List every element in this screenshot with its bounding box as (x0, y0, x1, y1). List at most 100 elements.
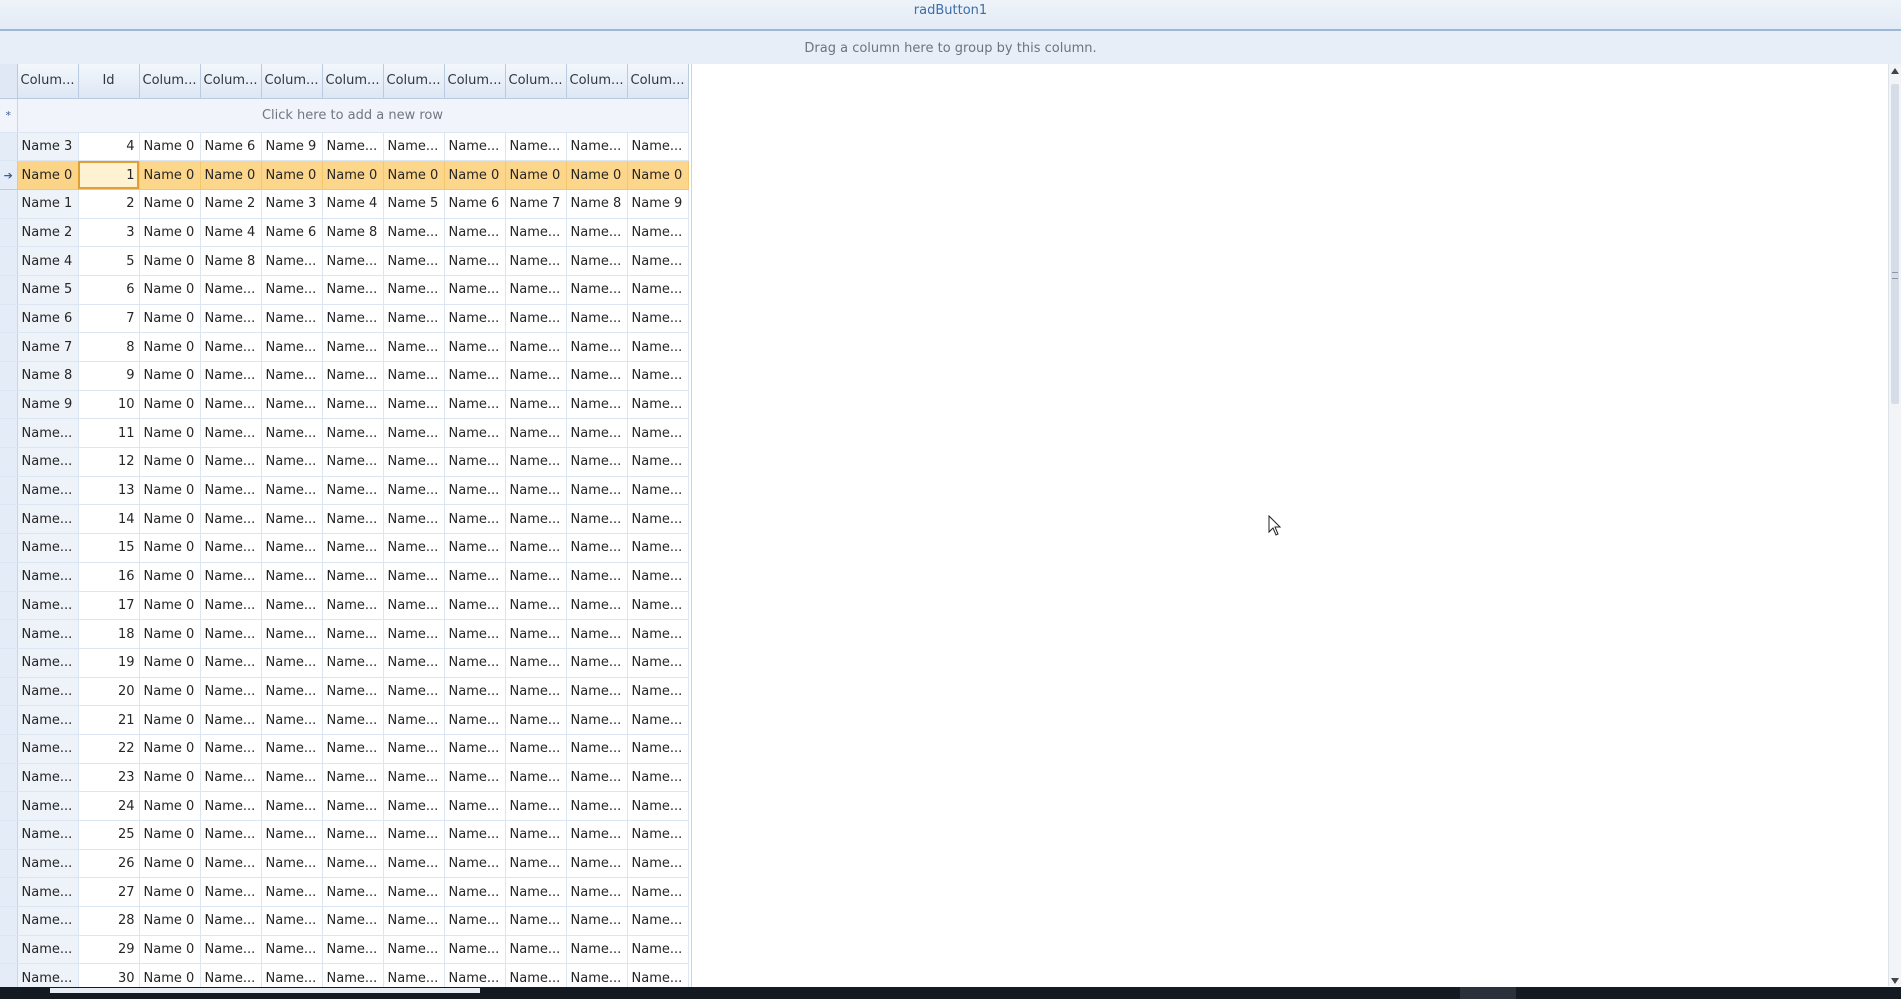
grid-cell[interactable]: Name 0 (322, 160, 384, 190)
grid-cell[interactable]: Name... (17, 935, 79, 965)
grid-cell[interactable]: Name... (383, 935, 445, 965)
grid-cell[interactable]: Name... (17, 734, 79, 764)
grid-cell[interactable]: Name... (566, 304, 628, 334)
grid-cell[interactable]: Name... (200, 476, 262, 506)
grid-cell[interactable]: Name... (261, 447, 323, 477)
grid-cell[interactable]: Name 4 (322, 189, 384, 219)
grid-cell[interactable]: Name... (200, 705, 262, 735)
grid-cell[interactable]: 29 (78, 935, 140, 965)
grid-cell[interactable]: 7 (78, 304, 140, 334)
grid-cell[interactable]: Name 0 (139, 246, 201, 276)
grid-cell[interactable]: Name 0 (139, 763, 201, 793)
grid-cell[interactable]: Name... (505, 849, 567, 879)
grid-cell[interactable]: Name... (17, 476, 79, 506)
row-indicator[interactable] (0, 648, 18, 678)
grid-cell[interactable]: Name... (261, 705, 323, 735)
row-indicator[interactable] (0, 619, 18, 649)
grid-cell[interactable]: Name... (200, 877, 262, 908)
table-row[interactable]: Name... 17 Name 0 Name... Name... Name... Name… (0, 591, 689, 621)
grid-cell[interactable]: Name... (261, 476, 323, 506)
grid-cell[interactable]: Name 0 (139, 304, 201, 334)
grid-cell[interactable]: Name... (383, 877, 445, 908)
grid-cell[interactable]: Name... (17, 619, 79, 649)
row-indicator[interactable] (0, 332, 18, 362)
grid-cell[interactable]: Name... (383, 763, 445, 793)
grid-cell[interactable]: Name... (505, 218, 567, 248)
grid-cell[interactable]: Name 0 (444, 160, 506, 190)
grid-cell[interactable]: Name 5 (383, 189, 445, 219)
add-new-row-prompt[interactable]: Click here to add a new row (17, 98, 689, 133)
grid-cell[interactable]: Name 0 (139, 734, 201, 764)
grid-cell[interactable]: Name... (200, 906, 262, 936)
grid-cell[interactable]: 11 (78, 418, 140, 449)
grid-cell[interactable]: Name... (383, 820, 445, 850)
grid-cell[interactable]: 24 (78, 791, 140, 821)
grid-cell[interactable]: Name... (505, 275, 567, 305)
table-row[interactable]: Name... 16 Name 0 Name... Name... Name... Name… (0, 562, 689, 592)
scroll-thumb[interactable] (1891, 84, 1899, 404)
grid-cell[interactable]: Name... (322, 390, 384, 420)
table-row[interactable]: Name... 27 Name 0 Name... Name... Name... Name… (0, 877, 689, 908)
grid-cell[interactable]: Name... (444, 734, 506, 764)
table-row[interactable]: Name... 18 Name 0 Name... Name... Name... Name… (0, 619, 689, 649)
grid-cell[interactable]: Name 6 (17, 304, 79, 334)
column-header[interactable]: Colum... (322, 64, 384, 99)
grid-cell[interactable]: Name... (627, 820, 689, 850)
group-by-panel[interactable]: Drag a column here to group by this colu… (0, 31, 1901, 64)
grid-cell[interactable]: Name... (322, 648, 384, 678)
grid-cell[interactable]: Name... (200, 935, 262, 965)
grid-cell[interactable]: Name... (383, 849, 445, 879)
grid-cell[interactable]: Name... (200, 533, 262, 563)
grid-cell[interactable]: Name... (200, 734, 262, 764)
grid-cell[interactable]: Name 8 (566, 189, 628, 219)
grid-cell[interactable]: Name... (627, 849, 689, 879)
row-indicator[interactable] (0, 562, 18, 592)
grid-cell[interactable]: Name 0 (505, 160, 567, 190)
grid-cell[interactable]: 28 (78, 906, 140, 936)
table-row[interactable]: Name... 20 Name 0 Name... Name... Name... Name… (0, 677, 689, 707)
grid-cell[interactable]: Name 8 (17, 361, 79, 391)
grid-cell[interactable]: Name... (322, 361, 384, 391)
grid-cell[interactable]: Name... (627, 246, 689, 276)
grid-cell[interactable]: Name... (261, 935, 323, 965)
grid-cell[interactable]: Name... (322, 705, 384, 735)
grid-cell[interactable]: Name... (383, 447, 445, 477)
column-header[interactable]: Colum... (566, 64, 628, 99)
grid-cell[interactable]: 21 (78, 705, 140, 735)
horizontal-scrollbar[interactable] (50, 988, 480, 993)
grid-cell[interactable]: Name... (200, 619, 262, 649)
grid-cell[interactable]: 6 (78, 275, 140, 305)
grid-cell[interactable]: Name... (17, 849, 79, 879)
grid-cell[interactable]: Name... (383, 304, 445, 334)
grid-cell[interactable]: Name... (261, 361, 323, 391)
grid-cell[interactable]: Name... (17, 562, 79, 592)
grid-cell[interactable]: Name 4 (17, 246, 79, 276)
grid-cell[interactable]: Name... (17, 705, 79, 735)
grid-cell[interactable]: Name... (200, 504, 262, 535)
grid-cell[interactable]: Name... (444, 361, 506, 391)
grid-cell[interactable]: Name... (200, 361, 262, 391)
table-row[interactable]: Name 6 7 Name 0 Name... Name... Name... Name..… (0, 304, 689, 334)
grid-cell[interactable]: Name 0 (139, 361, 201, 391)
grid-cell[interactable]: Name... (505, 332, 567, 362)
grid-cell[interactable]: Name... (322, 304, 384, 334)
grid-cell[interactable]: Name... (627, 361, 689, 391)
data-grid[interactable]: Colum... Id Colum... Colum... Colum... Colum.… (0, 64, 692, 994)
grid-cell[interactable]: Name 6 (200, 132, 262, 162)
grid-cell[interactable]: Name... (322, 849, 384, 879)
grid-cell[interactable]: Name... (627, 935, 689, 965)
grid-cell[interactable]: Name... (627, 332, 689, 362)
grid-cell[interactable]: Name... (627, 791, 689, 821)
new-row[interactable]: * Click here to add a new row (0, 98, 689, 133)
taskbar-active-item[interactable] (1460, 987, 1516, 999)
grid-cell[interactable]: Name... (505, 906, 567, 936)
grid-cell[interactable]: Name... (627, 476, 689, 506)
grid-cell[interactable]: 15 (78, 533, 140, 563)
grid-cell[interactable]: Name... (322, 246, 384, 276)
grid-cell[interactable]: Name... (261, 504, 323, 535)
grid-cell[interactable]: Name... (566, 935, 628, 965)
grid-cell[interactable]: Name... (322, 791, 384, 821)
grid-cell[interactable]: Name 0 (17, 160, 79, 190)
grid-cell[interactable]: Name... (627, 504, 689, 535)
grid-cell[interactable]: Name... (505, 304, 567, 334)
